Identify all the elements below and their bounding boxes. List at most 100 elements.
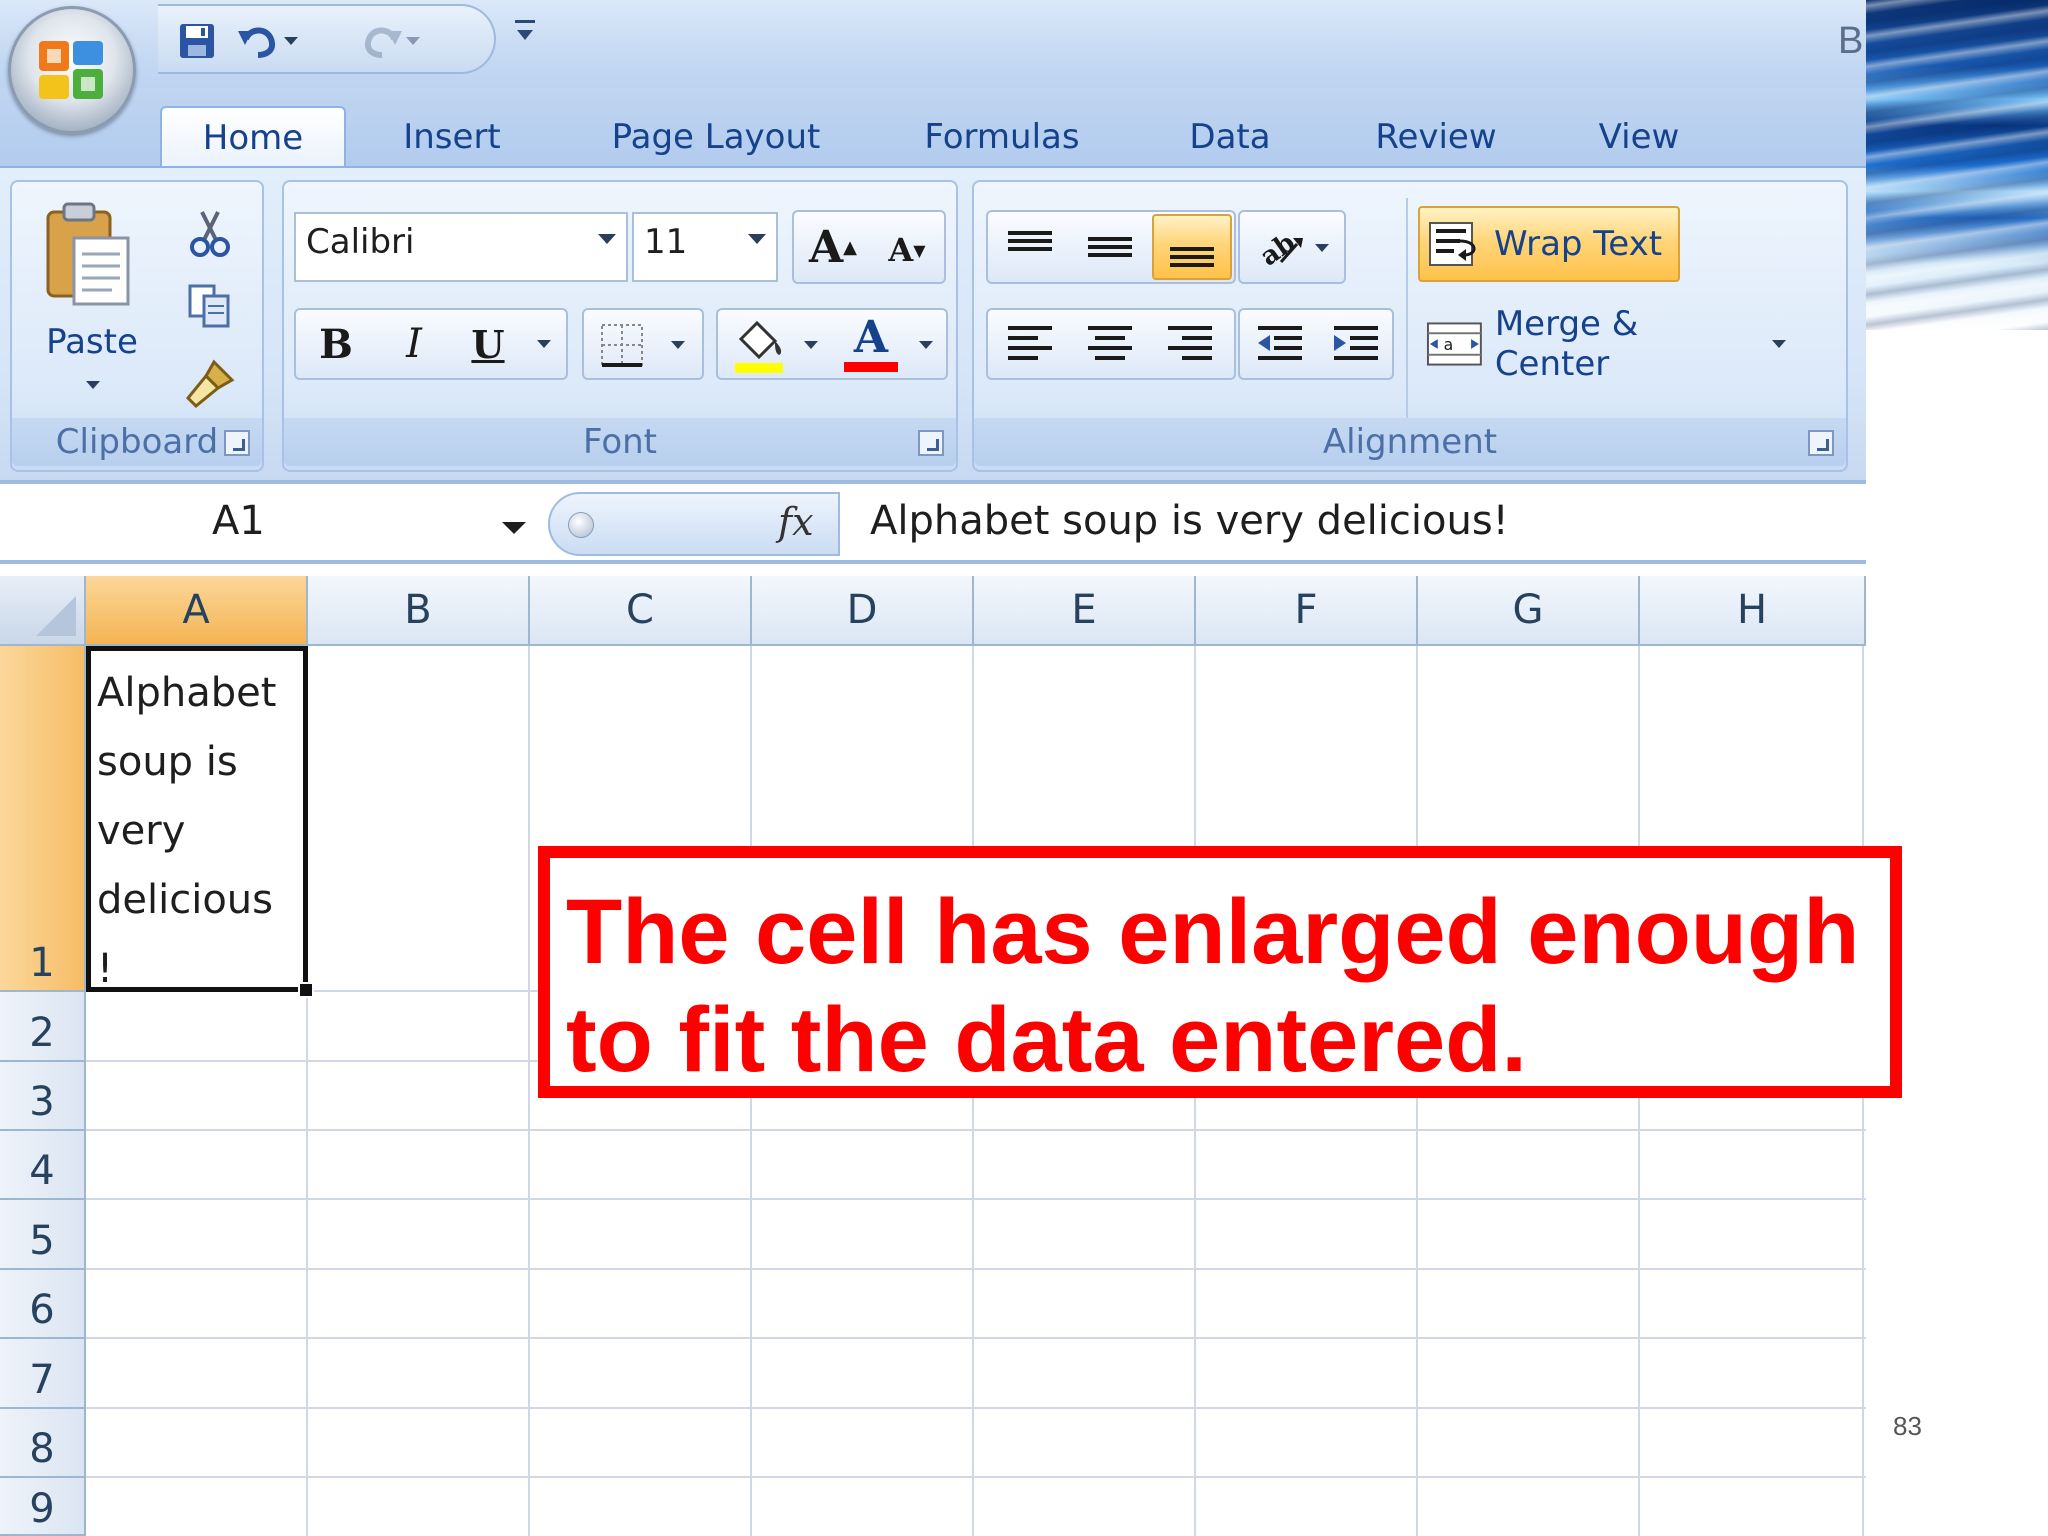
svg-text:a: a bbox=[1444, 335, 1454, 354]
merge-center-button[interactable]: a Merge & Center bbox=[1426, 304, 1786, 384]
slide-decoration bbox=[1866, 0, 2048, 1536]
tab-view[interactable]: View bbox=[1572, 106, 1706, 168]
underline-dropdown-icon[interactable] bbox=[524, 314, 564, 374]
copy-icon[interactable] bbox=[186, 282, 234, 330]
annotation-callout: The cell has enlarged enough to fit the … bbox=[538, 846, 1902, 1098]
align-center-icon[interactable] bbox=[1072, 314, 1148, 374]
office-button[interactable] bbox=[8, 6, 136, 134]
font-color-icon[interactable]: A bbox=[836, 310, 906, 376]
font-color-bar bbox=[844, 362, 898, 372]
column-header-b[interactable]: B bbox=[308, 576, 530, 646]
tab-review[interactable]: Review bbox=[1356, 106, 1516, 168]
gridline bbox=[86, 1129, 1866, 1131]
row-header-7[interactable]: 7 bbox=[0, 1339, 86, 1409]
bottom-align-icon[interactable] bbox=[1152, 214, 1232, 280]
fill-handle[interactable] bbox=[298, 982, 314, 998]
font-size-buttons: A ▲ A ▼ bbox=[792, 210, 946, 284]
horizontal-align-buttons bbox=[986, 308, 1236, 380]
formula-bar: A1 fx Alphabet soup is very delicious! bbox=[0, 480, 1866, 564]
paste-icon[interactable] bbox=[42, 200, 134, 310]
cut-icon[interactable] bbox=[188, 208, 232, 258]
format-painter-icon[interactable] bbox=[184, 356, 238, 410]
row-header-1[interactable]: 1 bbox=[0, 646, 86, 992]
top-align-icon[interactable] bbox=[992, 216, 1068, 278]
merge-center-label: Merge & Center bbox=[1494, 304, 1639, 384]
align-left-icon[interactable] bbox=[992, 314, 1068, 374]
font-size-combo[interactable]: 11 bbox=[632, 212, 778, 282]
slide-page-number: 83 bbox=[1893, 1411, 1922, 1441]
tab-insert[interactable]: Insert bbox=[372, 106, 532, 168]
gridline bbox=[86, 1407, 1866, 1409]
font-group-label: Font bbox=[284, 418, 956, 466]
formula-bar-resize-icon[interactable] bbox=[568, 512, 594, 538]
borders-dropdown-icon[interactable] bbox=[658, 318, 698, 372]
indent-buttons bbox=[1238, 308, 1394, 380]
row-header-5[interactable]: 5 bbox=[0, 1200, 86, 1270]
borders-icon bbox=[592, 318, 652, 372]
alignment-dialog-launcher-icon[interactable] bbox=[1808, 430, 1834, 456]
cell-a1-text: Alphabet soup is very delicious ! bbox=[97, 670, 277, 992]
decorative-streaks bbox=[1866, 0, 2048, 330]
column-header-h[interactable]: H bbox=[1640, 576, 1866, 646]
select-all-button[interactable] bbox=[0, 576, 86, 646]
italic-button[interactable]: I bbox=[378, 314, 450, 374]
tab-formulas[interactable]: Formulas bbox=[894, 106, 1110, 168]
row-header-9[interactable]: 9 bbox=[0, 1478, 86, 1536]
font-name-dropdown-icon[interactable] bbox=[598, 234, 616, 244]
increase-indent-icon[interactable] bbox=[1320, 314, 1392, 374]
column-header-d[interactable]: D bbox=[752, 576, 974, 646]
row-header-3[interactable]: 3 bbox=[0, 1062, 86, 1131]
row-header-2[interactable]: 2 bbox=[0, 992, 86, 1062]
wrap-text-button[interactable]: Wrap Text bbox=[1418, 206, 1680, 282]
paste-dropdown-icon[interactable] bbox=[86, 374, 100, 393]
name-box[interactable]: A1 bbox=[0, 484, 540, 560]
font-name-combo[interactable]: Calibri bbox=[294, 212, 628, 282]
orientation-icon: ab bbox=[1244, 218, 1340, 278]
window-title-fragment: B bbox=[1838, 20, 1864, 62]
orientation-button[interactable]: ab bbox=[1238, 210, 1346, 284]
clipboard-dialog-launcher-icon[interactable] bbox=[224, 430, 250, 456]
title-bar: B bbox=[0, 0, 1866, 88]
alignment-group: ab Wrap Text a Merge & Center Alignment bbox=[972, 180, 1848, 472]
row-header-4[interactable]: 4 bbox=[0, 1131, 86, 1200]
wrap-text-icon bbox=[1429, 222, 1476, 266]
name-box-dropdown-icon[interactable] bbox=[502, 522, 526, 534]
column-header-g[interactable]: G bbox=[1418, 576, 1640, 646]
customize-qat-icon[interactable] bbox=[512, 16, 542, 56]
font-color-dropdown-icon[interactable] bbox=[908, 314, 944, 376]
shrink-font-icon[interactable]: A ▼ bbox=[872, 222, 942, 278]
fill-color-icon[interactable] bbox=[724, 314, 794, 376]
cell-a1[interactable]: Alphabet soup is very delicious ! bbox=[86, 646, 308, 992]
decrease-indent-icon[interactable] bbox=[1244, 314, 1316, 374]
middle-align-icon[interactable] bbox=[1072, 216, 1148, 278]
column-header-f[interactable]: F bbox=[1196, 576, 1418, 646]
underline-button[interactable]: U bbox=[456, 314, 520, 374]
save-icon[interactable] bbox=[172, 18, 222, 64]
row-header-8[interactable]: 8 bbox=[0, 1409, 86, 1478]
quick-access-toolbar bbox=[158, 4, 496, 74]
tab-page-layout[interactable]: Page Layout bbox=[586, 106, 846, 168]
name-box-value: A1 bbox=[212, 498, 265, 544]
undo-icon[interactable] bbox=[236, 18, 298, 64]
formula-input[interactable]: Alphabet soup is very delicious! bbox=[870, 498, 1509, 544]
bold-button[interactable]: B bbox=[300, 314, 372, 374]
font-size-dropdown-icon[interactable] bbox=[748, 234, 766, 244]
tab-home[interactable]: Home bbox=[160, 106, 346, 168]
column-header-a[interactable]: A bbox=[86, 576, 308, 646]
clipboard-group: Paste Clipboard bbox=[10, 180, 264, 472]
font-size-value: 11 bbox=[644, 222, 688, 262]
insert-function-icon[interactable]: fx bbox=[778, 500, 814, 544]
formula-controls: fx bbox=[548, 492, 840, 556]
redo-icon[interactable] bbox=[358, 18, 420, 64]
row-header-6[interactable]: 6 bbox=[0, 1270, 86, 1339]
paste-button[interactable]: Paste bbox=[42, 322, 142, 362]
fill-color-dropdown-icon[interactable] bbox=[796, 314, 826, 376]
borders-button[interactable] bbox=[582, 308, 704, 380]
gridline bbox=[86, 1268, 1866, 1270]
column-header-e[interactable]: E bbox=[974, 576, 1196, 646]
grow-font-icon[interactable]: A ▲ bbox=[798, 216, 868, 278]
align-right-icon[interactable] bbox=[1152, 314, 1228, 374]
font-dialog-launcher-icon[interactable] bbox=[918, 430, 944, 456]
column-header-c[interactable]: C bbox=[530, 576, 752, 646]
tab-data[interactable]: Data bbox=[1170, 106, 1290, 168]
